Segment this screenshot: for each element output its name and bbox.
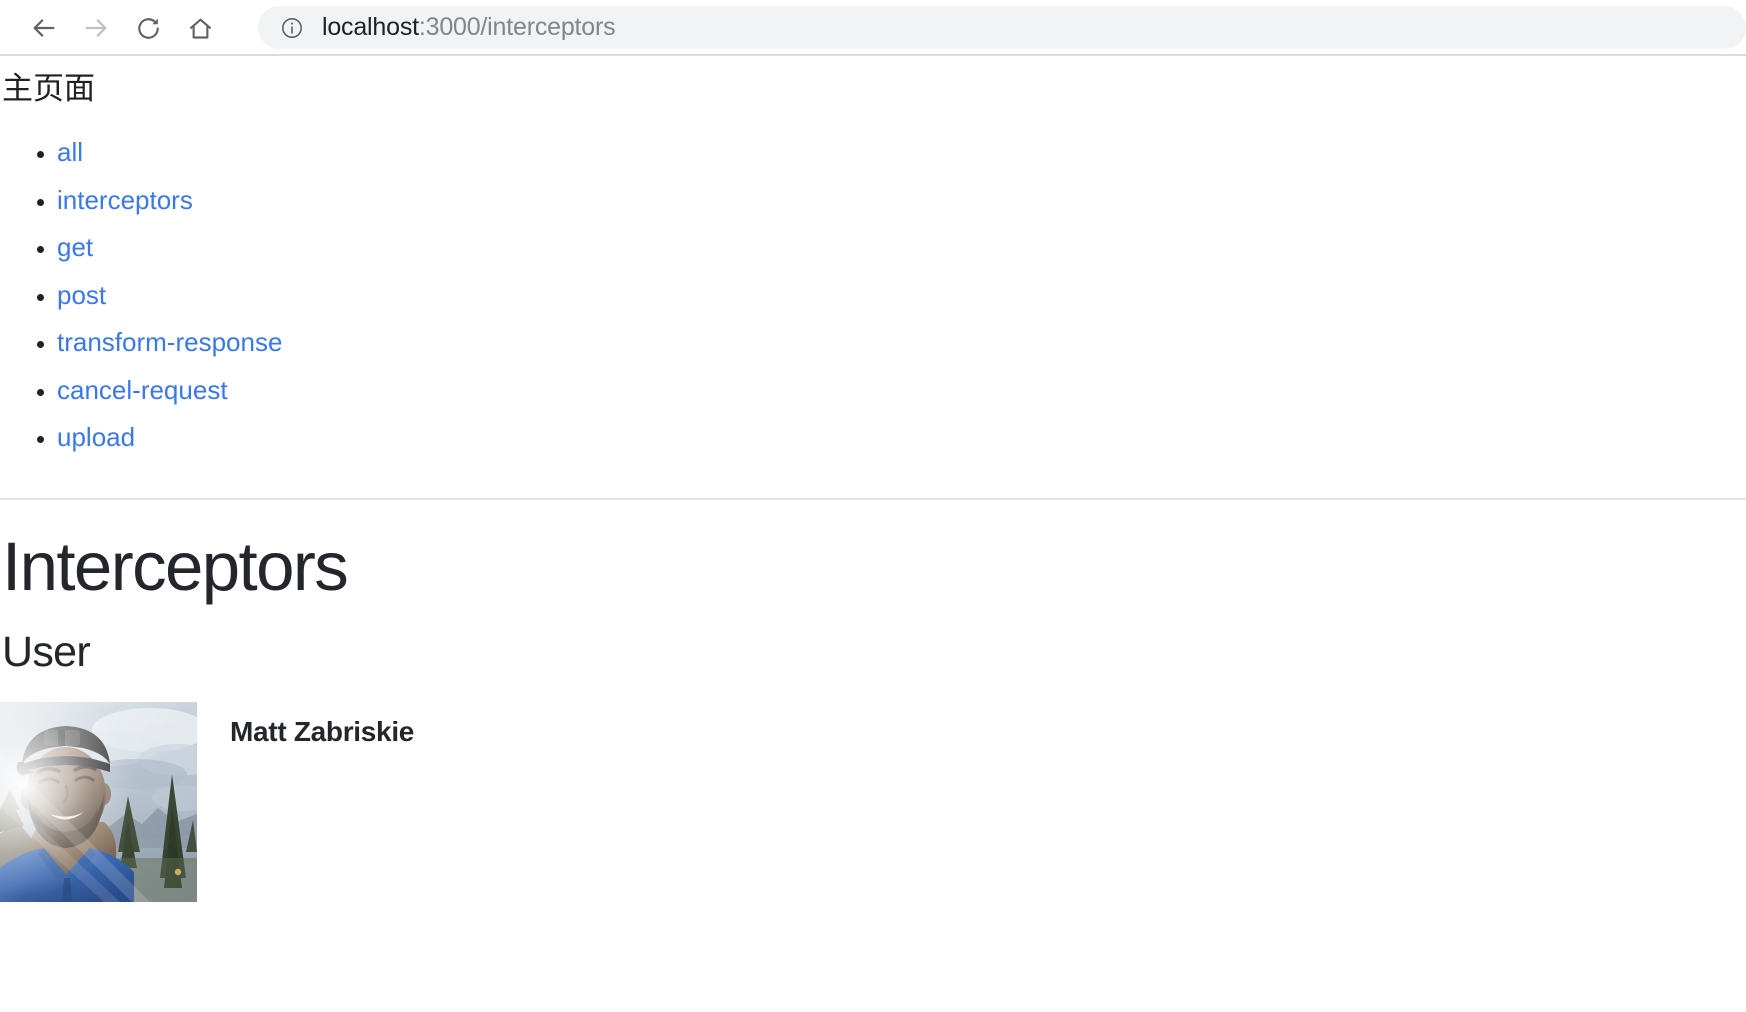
- list-item: post: [57, 272, 1746, 320]
- navigation-buttons: [0, 6, 226, 50]
- reload-button[interactable]: [122, 6, 174, 50]
- nav-link-get[interactable]: get: [57, 232, 93, 262]
- nav-link-transform-response[interactable]: transform-response: [57, 327, 282, 357]
- list-item: transform-response: [57, 319, 1746, 367]
- list-item: all: [57, 129, 1746, 177]
- url-path: :3000/interceptors: [418, 13, 616, 41]
- nav-link-cancel-request[interactable]: cancel-request: [57, 375, 228, 405]
- nav-link-upload[interactable]: upload: [57, 422, 135, 452]
- home-button[interactable]: [174, 6, 226, 50]
- page-title: 主页面: [2, 71, 95, 106]
- nav-link-post[interactable]: post: [57, 280, 106, 310]
- content-heading: Interceptors: [2, 527, 349, 605]
- nav-link-all[interactable]: all: [57, 137, 83, 167]
- home-icon: [187, 15, 214, 42]
- url-host: localhost: [322, 13, 419, 41]
- reload-icon: [135, 15, 162, 42]
- browser-toolbar: localhost:3000/interceptors: [0, 0, 1746, 56]
- url-text: localhost:3000/interceptors: [322, 13, 615, 42]
- forward-button[interactable]: [70, 6, 122, 50]
- content-subheading: User: [2, 627, 91, 676]
- address-bar[interactable]: localhost:3000/interceptors: [258, 6, 1746, 49]
- nav-link-interceptors[interactable]: interceptors: [57, 185, 193, 215]
- nav-link-list: all interceptors get post transform-resp…: [0, 129, 1746, 462]
- back-arrow-icon: [30, 14, 58, 42]
- list-item: upload: [57, 414, 1746, 462]
- list-item: get: [57, 224, 1746, 272]
- page-content: 主页面 all interceptors get post transform-…: [0, 56, 1746, 902]
- back-button[interactable]: [18, 6, 70, 50]
- info-circle-icon[interactable]: [280, 16, 304, 40]
- user-name: Matt Zabriskie: [230, 715, 415, 747]
- avatar-photo: [0, 701, 197, 902]
- forward-arrow-icon: [82, 14, 110, 42]
- user-card: Matt Zabriskie: [0, 701, 1746, 902]
- list-item: cancel-request: [57, 367, 1746, 415]
- list-item: interceptors: [57, 177, 1746, 225]
- avatar: [0, 701, 197, 902]
